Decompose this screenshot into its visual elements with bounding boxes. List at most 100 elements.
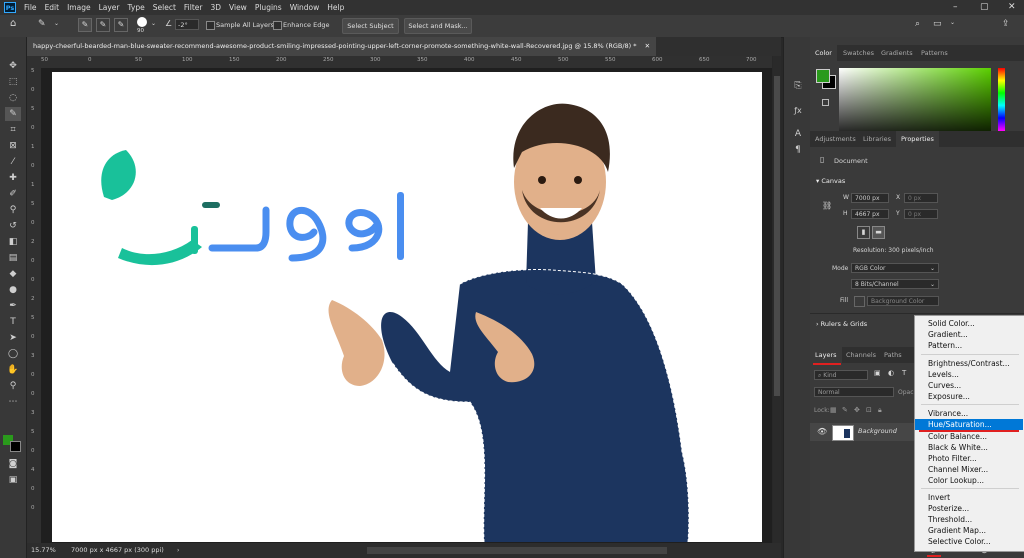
rulers-grids-section[interactable]: › Rulers & Grids: [816, 320, 867, 328]
landscape-orientation-icon[interactable]: ▬: [872, 226, 885, 239]
menu-item-black-white[interactable]: Black & White...: [915, 442, 1023, 453]
lock-all-icon[interactable]: 🔒︎: [878, 406, 882, 415]
menu-item-color-lookup[interactable]: Color Lookup...: [915, 475, 1023, 486]
menu-help[interactable]: Help: [323, 0, 348, 15]
home-icon[interactable]: ⌂: [10, 18, 16, 29]
x-field[interactable]: 0 px: [904, 193, 938, 203]
menu-plugins[interactable]: Plugins: [251, 0, 286, 15]
zoom-level[interactable]: 15.77%: [31, 546, 56, 554]
color-panel-foreground-swatch[interactable]: [816, 69, 830, 83]
path-selection-tool-icon[interactable]: ➤: [5, 331, 21, 345]
menu-item-invert[interactable]: Invert: [915, 492, 1023, 503]
tab-layers[interactable]: Layers: [810, 347, 842, 363]
healing-brush-tool-icon[interactable]: ✚: [5, 171, 21, 185]
menu-item-gradient-map[interactable]: Gradient Map...: [915, 525, 1023, 536]
dodge-tool-icon[interactable]: ●: [5, 283, 21, 297]
menu-item-hue-saturation[interactable]: Hue/Saturation...: [915, 419, 1023, 430]
filter-pixel-icon[interactable]: ▣: [874, 369, 881, 377]
minimize-icon[interactable]: –: [953, 0, 958, 15]
bits-select[interactable]: 8 Bits/Channel ⌄: [851, 279, 939, 289]
workspace-chevron-icon[interactable]: ⌄: [950, 19, 955, 26]
fill-select[interactable]: Background Color: [867, 296, 939, 306]
select-and-mask-button[interactable]: Select and Mask...: [404, 18, 472, 34]
add-to-selection-icon[interactable]: ✎: [96, 18, 110, 32]
menu-type[interactable]: Type: [124, 0, 149, 15]
filter-type-icon[interactable]: T: [902, 369, 906, 377]
close-tab-icon[interactable]: ✕: [645, 42, 650, 50]
quick-selection-tool-icon[interactable]: ✎: [5, 107, 21, 121]
menu-select[interactable]: Select: [149, 0, 180, 15]
menu-item-curves[interactable]: Curves...: [915, 380, 1023, 391]
tab-patterns[interactable]: Patterns: [916, 45, 953, 61]
shape-tool-icon[interactable]: ◯: [5, 347, 21, 361]
menu-view[interactable]: View: [225, 0, 251, 15]
menu-item-levels[interactable]: Levels...: [915, 369, 1023, 380]
select-subject-button[interactable]: Select Subject: [342, 18, 399, 34]
filter-adjustment-icon[interactable]: ◐: [888, 369, 894, 377]
tab-channels[interactable]: Channels: [841, 347, 881, 363]
eyedropper-tool-icon[interactable]: ⁄: [5, 155, 21, 169]
tab-gradients[interactable]: Gradients: [876, 45, 918, 61]
menu-item-vibrance[interactable]: Vibrance...: [915, 408, 1023, 419]
menu-window[interactable]: Window: [286, 0, 324, 15]
search-icon[interactable]: ⌕: [915, 19, 920, 29]
maximize-icon[interactable]: ▢: [980, 0, 989, 15]
layer-kind-filter[interactable]: ⌕ Kind: [814, 370, 868, 380]
link-dimensions-icon[interactable]: ⛓: [822, 201, 832, 210]
brush-dropdown-chevron-icon[interactable]: ⌄: [151, 20, 156, 27]
menu-item-gradient[interactable]: Gradient...: [915, 329, 1023, 340]
tab-properties[interactable]: Properties: [896, 131, 939, 147]
menu-item-exposure[interactable]: Exposure...: [915, 391, 1023, 402]
canvas-section-heading[interactable]: ▾ Canvas: [816, 177, 845, 185]
hand-tool-icon[interactable]: ✋: [5, 363, 21, 377]
menu-filter[interactable]: Filter: [180, 0, 207, 15]
crop-tool-icon[interactable]: ⌗: [5, 123, 21, 137]
lock-artboard-icon[interactable]: ⊡: [866, 406, 872, 414]
tab-paths[interactable]: Paths: [879, 347, 907, 363]
document-tab[interactable]: happy-cheerful-bearded-man-blue-sweater-…: [27, 37, 657, 56]
scrollbar-thumb[interactable]: [774, 76, 780, 396]
portrait-orientation-icon[interactable]: ▮: [857, 226, 870, 239]
menu-file[interactable]: File: [20, 0, 41, 15]
tab-swatches[interactable]: Swatches: [838, 45, 879, 61]
background-color-swatch[interactable]: [10, 441, 21, 452]
brush-tool-icon[interactable]: ✐: [5, 187, 21, 201]
horizontal-scrollbar-thumb[interactable]: [367, 547, 667, 554]
clone-stamp-tool-icon[interactable]: ⚲: [5, 203, 21, 217]
menu-3d[interactable]: 3D: [206, 0, 225, 15]
tab-adjustments[interactable]: Adjustments: [810, 131, 861, 147]
lock-transparent-icon[interactable]: ▦: [830, 406, 837, 414]
marquee-tool-icon[interactable]: ⬚: [5, 75, 21, 89]
menu-item-photo-filter[interactable]: Photo Filter...: [915, 453, 1023, 464]
menu-item-pattern[interactable]: Pattern...: [915, 340, 1023, 351]
share-icon[interactable]: ⇪: [1002, 19, 1010, 29]
blur-tool-icon[interactable]: ◆: [5, 267, 21, 281]
mode-select[interactable]: RGB Color ⌄: [851, 263, 939, 273]
pen-tool-icon[interactable]: ✒: [5, 299, 21, 313]
paragraph-panel-icon[interactable]: ¶: [790, 143, 806, 157]
menu-edit[interactable]: Edit: [41, 0, 64, 15]
more-tools-icon[interactable]: ⋯: [5, 395, 21, 409]
quick-mask-icon[interactable]: ◙: [5, 457, 21, 471]
subtract-selection-icon[interactable]: ✎: [114, 18, 128, 32]
layer-row-background[interactable]: 👁︎ Background: [810, 423, 914, 441]
sample-all-layers-checkbox[interactable]: [206, 21, 215, 30]
type-tool-icon[interactable]: T: [5, 315, 21, 329]
blend-mode-select[interactable]: Normal: [814, 387, 894, 397]
screen-mode-icon[interactable]: ▣: [5, 473, 21, 487]
width-field[interactable]: 7000 px: [851, 193, 889, 203]
enhance-edge-checkbox[interactable]: [273, 21, 282, 30]
eraser-tool-icon[interactable]: ◧: [5, 235, 21, 249]
menu-item-solid-color[interactable]: Solid Color...: [915, 318, 1023, 329]
document-canvas[interactable]: [52, 72, 762, 542]
fill-color-swatch[interactable]: [854, 296, 865, 307]
brush-preview-icon[interactable]: [137, 17, 147, 27]
chevron-down-icon[interactable]: ⌄: [54, 20, 59, 27]
canvas-vertical-scrollbar[interactable]: [773, 56, 781, 543]
height-field[interactable]: 4667 px: [851, 209, 889, 219]
lasso-tool-icon[interactable]: ◌: [5, 91, 21, 105]
menu-item-selective-color[interactable]: Selective Color...: [915, 536, 1023, 547]
tab-color[interactable]: Color: [810, 45, 837, 61]
frame-tool-icon[interactable]: ⊠: [5, 139, 21, 153]
history-brush-tool-icon[interactable]: ↺: [5, 219, 21, 233]
